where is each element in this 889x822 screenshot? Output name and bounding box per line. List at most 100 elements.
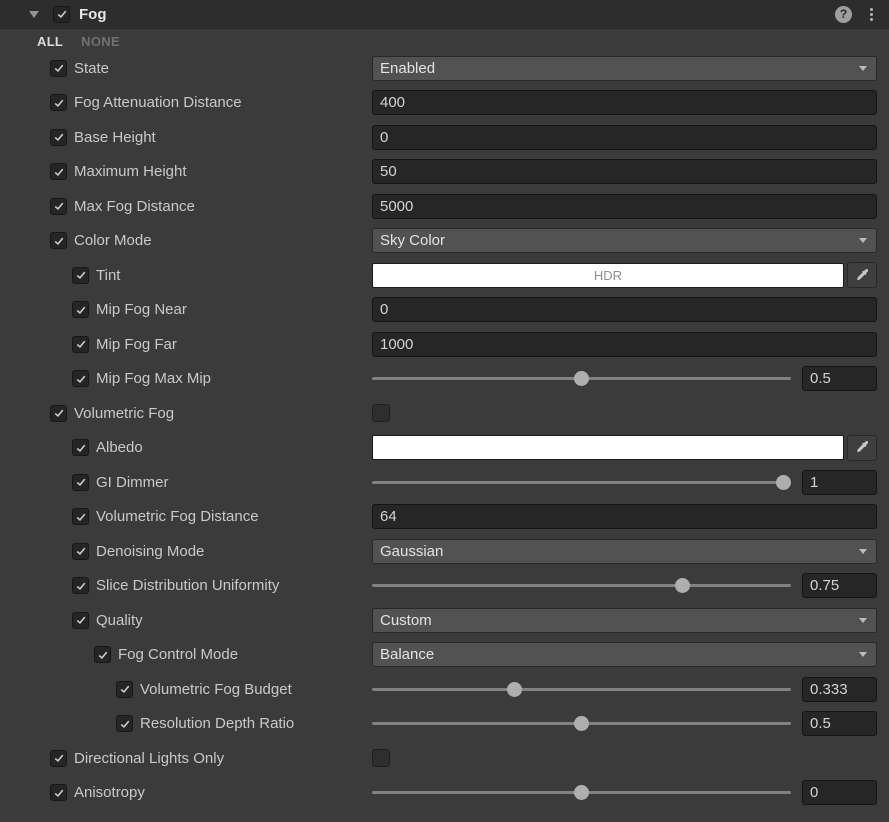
override-checkbox[interactable] — [72, 370, 89, 387]
check-icon — [75, 373, 87, 385]
row-fog-control-mode: Fog Control ModeBalance — [0, 638, 889, 673]
slider-track[interactable] — [372, 584, 791, 587]
help-icon[interactable]: ? — [835, 6, 852, 23]
eyedropper-button[interactable] — [847, 435, 877, 461]
dropdown-quality[interactable]: Custom — [372, 608, 877, 633]
override-checkbox[interactable] — [50, 784, 67, 801]
override-checkbox[interactable] — [72, 508, 89, 525]
none-button[interactable]: NONE — [81, 34, 120, 49]
override-checkbox[interactable] — [72, 439, 89, 456]
dropdown-fog-control-mode[interactable]: Balance — [372, 642, 877, 667]
slider-value-input[interactable]: 1 — [802, 470, 877, 495]
slider-handle[interactable] — [574, 716, 589, 731]
override-checkbox[interactable] — [72, 336, 89, 353]
slider-value-input[interactable]: 0.5 — [802, 366, 877, 391]
override-checkbox[interactable] — [72, 301, 89, 318]
text-input-fog-attenuation-distance[interactable]: 400 — [372, 90, 877, 115]
row-denoising-mode: Denoising Mode Gaussian — [0, 534, 889, 569]
row-label: Directional Lights Only — [74, 750, 224, 767]
text-input-mip-fog-near[interactable]: 0 — [372, 297, 877, 322]
override-checkbox[interactable] — [72, 577, 89, 594]
row-mip-fog-near: Mip Fog Near 0 — [0, 293, 889, 328]
slider-handle[interactable] — [675, 578, 690, 593]
slider-value-input[interactable]: 0.5 — [802, 711, 877, 736]
dropdown-arrow-icon — [859, 238, 867, 243]
color-swatch-tint[interactable]: HDR — [372, 263, 844, 288]
panel-header: Fog ? — [0, 0, 889, 29]
row-base-height: Base Height0 — [0, 120, 889, 155]
row-anisotropy: Anisotropy0 — [0, 776, 889, 811]
eyedropper-button[interactable] — [847, 262, 877, 288]
row-control: 0.75 — [372, 573, 877, 599]
override-checkbox[interactable] — [50, 60, 67, 77]
text-input-volumetric-fog-distance[interactable]: 64 — [372, 504, 877, 529]
slider-value-input[interactable]: 0.333 — [802, 677, 877, 702]
override-checkbox[interactable] — [72, 267, 89, 284]
dropdown-state[interactable]: Enabled — [372, 56, 877, 81]
text-input-base-height[interactable]: 0 — [372, 125, 877, 150]
row-label: Denoising Mode — [96, 543, 204, 560]
row-label: Mip Fog Near — [96, 301, 187, 318]
row-volumetric-fog-distance: Volumetric Fog Distance64 — [0, 500, 889, 535]
slider-handle[interactable] — [776, 475, 791, 490]
dropdown-value: Custom — [380, 612, 432, 629]
row-max-fog-distance: Max Fog Distance 5000 — [0, 189, 889, 224]
row-volumetric-fog: Volumetric Fog — [0, 396, 889, 431]
override-checkbox[interactable] — [72, 612, 89, 629]
dropdown-arrow-icon — [859, 652, 867, 657]
slider-handle[interactable] — [574, 785, 589, 800]
color-swatch-albedo[interactable] — [372, 435, 844, 460]
check-icon — [97, 649, 109, 661]
text-input-maximum-height[interactable]: 50 — [372, 159, 877, 184]
all-button[interactable]: ALL — [37, 34, 63, 49]
row-label: Volumetric Fog Budget — [140, 681, 292, 698]
row-albedo: Albedo — [0, 431, 889, 466]
slider-value-input[interactable]: 0.75 — [802, 573, 877, 598]
dropdown-denoising-mode[interactable]: Gaussian — [372, 539, 877, 564]
value-checkbox-directional-lights-only[interactable] — [372, 749, 390, 767]
override-checkbox[interactable] — [50, 94, 67, 111]
slider-volumetric-fog-budget — [372, 676, 791, 702]
override-checkbox[interactable] — [116, 715, 133, 732]
dropdown-value: Enabled — [380, 60, 435, 77]
text-input-max-fog-distance[interactable]: 5000 — [372, 194, 877, 219]
slider-handle[interactable] — [507, 682, 522, 697]
fog-enable-checkbox[interactable] — [53, 6, 70, 23]
row-mip-fog-far: Mip Fog Far1000 — [0, 327, 889, 362]
override-checkbox[interactable] — [116, 681, 133, 698]
check-icon — [75, 269, 87, 281]
row-control — [372, 400, 877, 426]
override-checkbox[interactable] — [50, 198, 67, 215]
slider-track[interactable] — [372, 688, 791, 691]
row-label: Max Fog Distance — [74, 198, 195, 215]
override-checkbox[interactable] — [50, 232, 67, 249]
value-checkbox-volumetric-fog[interactable] — [372, 404, 390, 422]
row-label: Slice Distribution Uniformity — [96, 577, 279, 594]
slider-track[interactable] — [372, 481, 791, 484]
check-icon — [75, 614, 87, 626]
override-checkbox[interactable] — [72, 474, 89, 491]
row-label: Quality — [96, 612, 143, 629]
foldout-triangle-icon[interactable] — [29, 11, 39, 18]
fog-volume-panel: Fog ? ALL NONE StateEnabledFog Attenuati… — [0, 0, 889, 822]
kebab-menu-icon[interactable] — [866, 5, 877, 24]
row-control: 0 — [372, 297, 877, 323]
dropdown-color-mode[interactable]: Sky Color — [372, 228, 877, 253]
override-checkbox[interactable] — [50, 163, 67, 180]
row-label: Maximum Height — [74, 163, 187, 180]
check-icon — [75, 476, 87, 488]
row-control: Gaussian — [372, 538, 877, 564]
override-checkbox[interactable] — [50, 405, 67, 422]
override-checkbox[interactable] — [72, 543, 89, 560]
check-icon — [53, 200, 65, 212]
override-checkbox[interactable] — [50, 750, 67, 767]
text-input-mip-fog-far[interactable]: 1000 — [372, 332, 877, 357]
override-checkbox[interactable] — [50, 129, 67, 146]
row-resolution-depth-ratio: Resolution Depth Ratio0.5 — [0, 707, 889, 742]
check-icon — [75, 442, 87, 454]
override-checkbox[interactable] — [94, 646, 111, 663]
check-icon — [75, 338, 87, 350]
slider-handle[interactable] — [574, 371, 589, 386]
slider-value-input[interactable]: 0 — [802, 780, 877, 805]
check-icon — [53, 407, 65, 419]
